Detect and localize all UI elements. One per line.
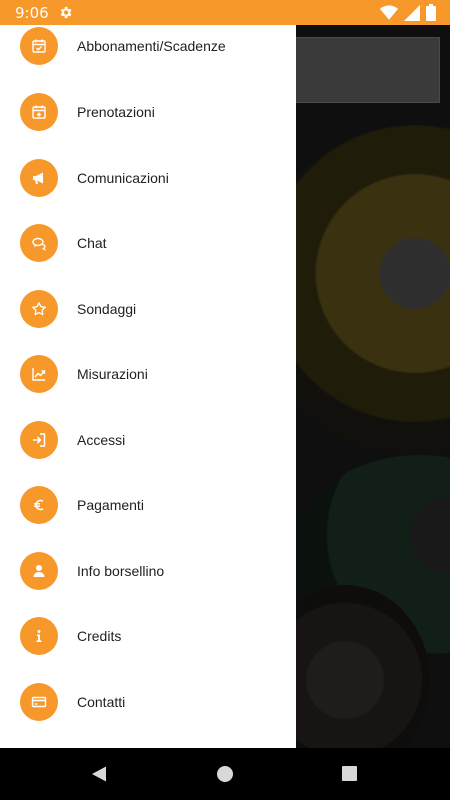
menu-item-accessi[interactable]: Accessi [0,409,296,471]
menu-item-prenotazioni[interactable]: Prenotazioni [0,81,296,143]
menu-item-label: Contatti [77,694,126,710]
signal-icon [404,4,420,21]
menu-item-label: Abbonamenti/Scadenze [77,38,226,54]
user-icon [20,552,58,590]
star-icon [20,290,58,328]
menu-item-chat[interactable]: Chat [0,212,296,274]
credit-card-icon [20,683,58,721]
menu-item-comunicazioni[interactable]: Comunicazioni [0,147,296,209]
menu-item-info-borsellino[interactable]: Info borsellino [0,540,296,602]
back-icon[interactable] [90,765,108,783]
menu-item-label: Comunicazioni [77,170,169,186]
status-time: 9:06 [15,4,49,22]
recents-icon[interactable] [341,765,358,782]
menu-item-label: Prenotazioni [77,104,155,120]
sign-in-icon [20,421,58,459]
menu-item-pagamenti[interactable]: Pagamenti [0,474,296,536]
menu-item-abbonamenti[interactable]: Abbonamenti/Scadenze [0,25,296,77]
menu-item-misurazioni[interactable]: Misurazioni [0,343,296,405]
battery-icon [426,4,436,21]
menu-item-label: Accessi [77,432,126,448]
navigation-bar [0,748,450,800]
wifi-icon [380,4,398,20]
menu-item-label: Chat [77,235,107,251]
navigation-drawer: Abbonamenti/Scadenze Prenotazioni Comuni… [0,25,296,748]
chart-line-icon [20,355,58,393]
megaphone-icon [20,159,58,197]
gear-icon [60,6,72,19]
menu-item-label: Credits [77,628,122,644]
euro-icon [20,486,58,524]
menu-item-label: Pagamenti [77,497,144,513]
menu-item-sondaggi[interactable]: Sondaggi [0,278,296,340]
menu-item-credits[interactable]: Credits [0,605,296,667]
chat-bubbles-icon [20,224,58,262]
menu-item-label: Sondaggi [77,301,137,317]
menu-item-label: Misurazioni [77,366,148,382]
info-icon [20,617,58,655]
calendar-plus-icon [20,93,58,131]
calendar-check-icon [20,27,58,65]
menu-item-contatti[interactable]: Contatti [0,671,296,733]
menu-item-label: Info borsellino [77,563,165,579]
status-bar: 9:06 [0,0,450,25]
home-icon[interactable] [216,765,234,783]
